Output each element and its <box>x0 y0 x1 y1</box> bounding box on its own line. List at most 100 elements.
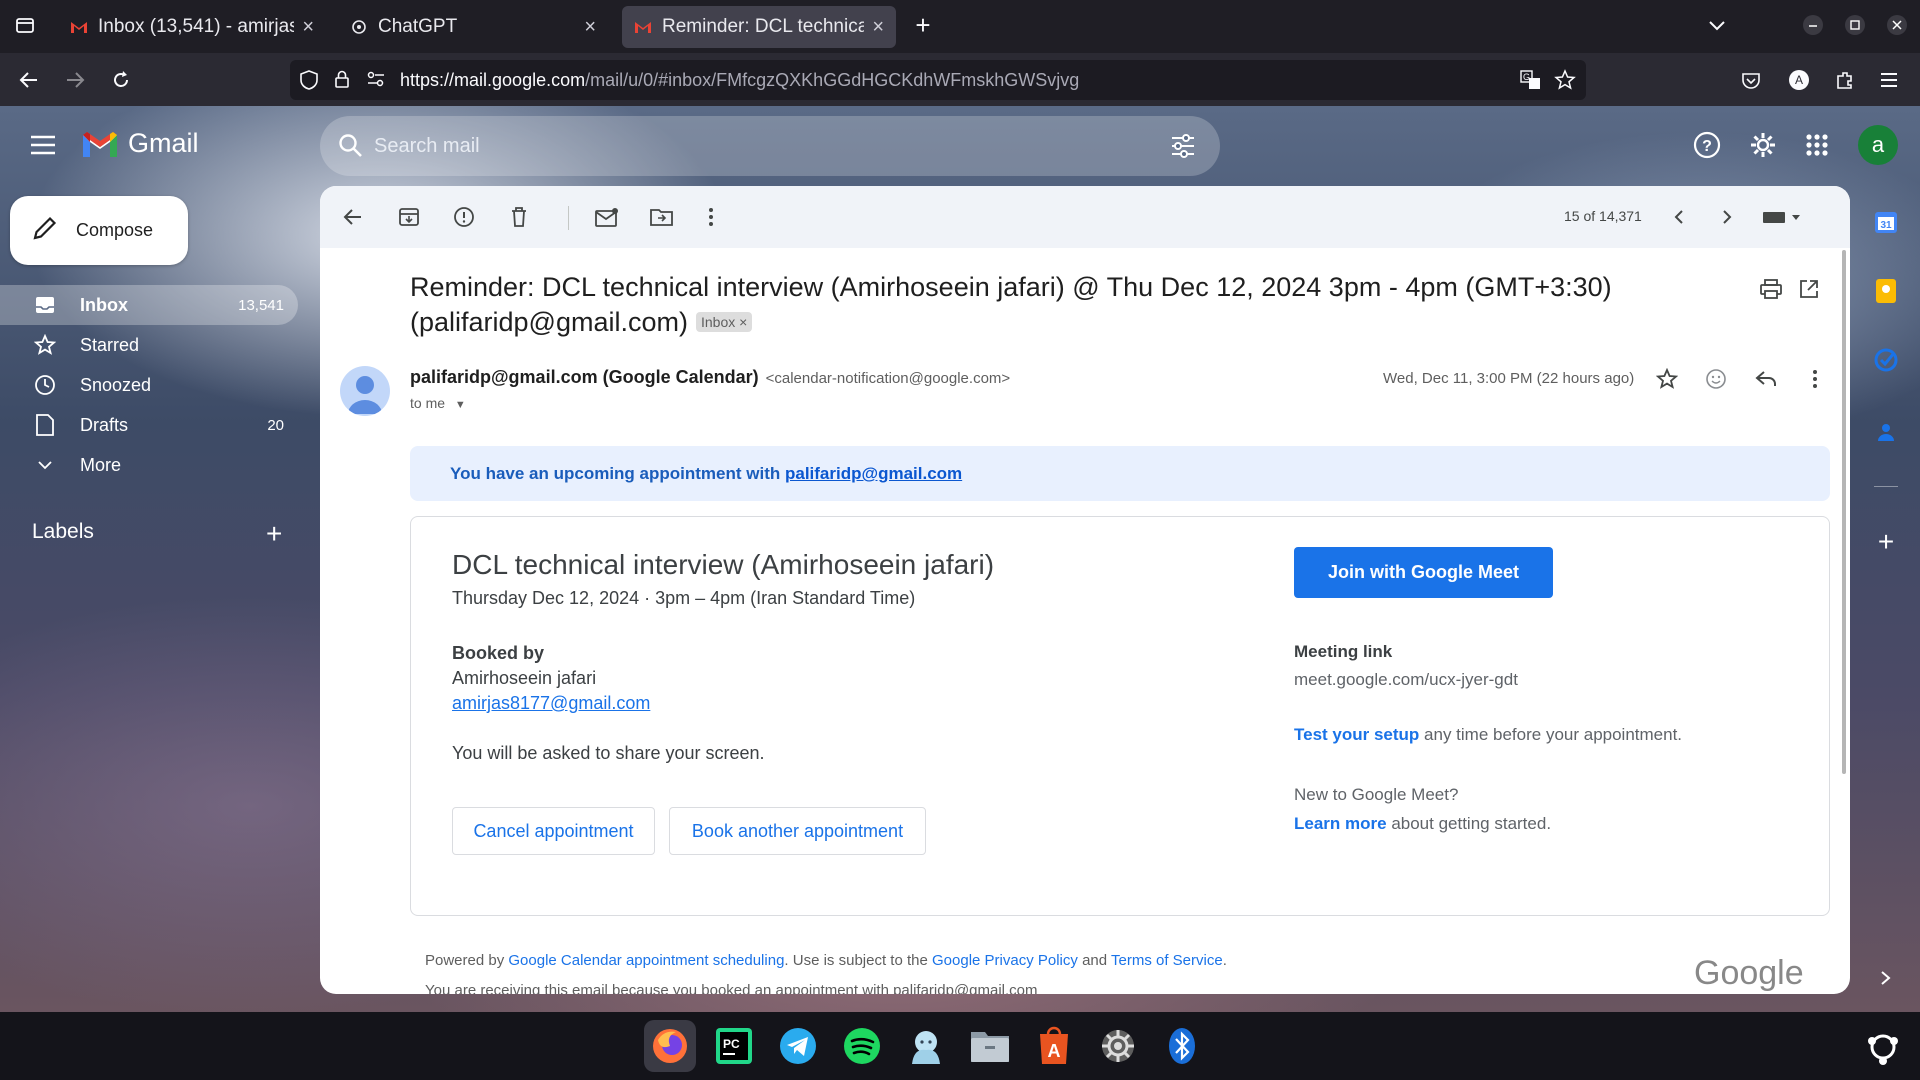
tab-gmail-inbox[interactable]: Inbox (13,541) - amirjas8177@gmail.com × <box>58 6 326 48</box>
chatgpt-icon <box>350 18 368 36</box>
sidebar-item-inbox[interactable]: Inbox 13,541 <box>0 285 298 325</box>
emoji-react-icon[interactable] <box>1703 366 1729 392</box>
book-another-button[interactable]: Book another appointment <box>669 807 926 855</box>
tasks-icon[interactable] <box>1872 346 1900 374</box>
sidebar-item-starred[interactable]: Starred <box>0 325 298 365</box>
tab-list-icon[interactable] <box>12 12 38 38</box>
test-setup-link[interactable]: Test your setup <box>1294 725 1419 744</box>
telegram-icon[interactable] <box>772 1020 824 1072</box>
url-text[interactable]: https://mail.google.com/mail/u/0/#inbox/… <box>400 70 1079 91</box>
gmail-logo[interactable]: Gmail <box>80 128 199 159</box>
meeting-link[interactable]: meet.google.com/ucx-jyer-gdt <box>1294 670 1518 690</box>
archive-icon[interactable] <box>396 204 422 230</box>
address-bar[interactable]: https://mail.google.com/mail/u/0/#inbox/… <box>290 60 1586 100</box>
gmail-icon <box>634 18 652 36</box>
remove-label-icon[interactable]: × <box>739 314 747 330</box>
minimize-icon[interactable] <box>1800 12 1826 38</box>
search-icon[interactable] <box>338 133 364 164</box>
back-to-inbox-icon[interactable] <box>340 204 366 230</box>
sender-name[interactable]: palifaridp@gmail.com (Google Calendar) <… <box>410 367 1010 388</box>
anime-app-icon[interactable] <box>900 1020 952 1072</box>
pycharm-icon[interactable]: PC <box>708 1020 760 1072</box>
vertical-scrollbar[interactable] <box>1842 250 1846 774</box>
move-to-icon[interactable] <box>649 204 675 230</box>
close-tab-icon[interactable]: × <box>872 16 884 39</box>
compose-button[interactable]: Compose <box>10 196 188 265</box>
notice-email-link[interactable]: palifaridp@gmail.com <box>785 464 962 483</box>
learn-more-link[interactable]: Learn more <box>1294 814 1387 833</box>
open-new-window-icon[interactable] <box>1796 276 1822 302</box>
gcal-scheduling-link[interactable]: Google Calendar appointment scheduling <box>508 952 784 969</box>
sidebar-item-snoozed[interactable]: Snoozed <box>0 365 298 405</box>
menu-icon[interactable] <box>1876 67 1902 93</box>
sidebar-item-more[interactable]: More <box>0 445 298 485</box>
booked-by-email-link[interactable]: amirjas8177@gmail.com <box>452 693 650 714</box>
spotify-icon[interactable] <box>836 1020 888 1072</box>
tab-reminder[interactable]: Reminder: DCL technical interview × <box>622 6 896 48</box>
pocket-icon[interactable] <box>1738 67 1764 93</box>
settings-icon[interactable] <box>1092 1020 1144 1072</box>
permissions-icon[interactable] <box>366 70 386 93</box>
list-all-tabs-icon[interactable] <box>1704 12 1730 38</box>
lock-icon[interactable] <box>334 69 350 94</box>
sender-avatar[interactable] <box>340 366 390 416</box>
bookmark-star-icon[interactable] <box>1554 69 1576 96</box>
more-options-icon[interactable] <box>698 204 724 230</box>
delete-icon[interactable] <box>506 204 532 230</box>
older-icon[interactable] <box>1714 204 1740 230</box>
show-apps-icon[interactable] <box>1864 1028 1902 1071</box>
terms-link[interactable]: Terms of Service <box>1111 952 1223 969</box>
message-more-icon[interactable] <box>1802 366 1828 392</box>
back-icon[interactable] <box>16 67 42 93</box>
expand-side-panel-icon[interactable] <box>1872 964 1900 992</box>
close-tab-icon[interactable]: × <box>584 16 596 39</box>
get-addons-icon[interactable]: + <box>1872 526 1900 557</box>
reply-icon[interactable] <box>1753 366 1779 392</box>
sidebar-item-label: More <box>80 454 122 475</box>
star-icon[interactable] <box>1654 366 1680 392</box>
bluetooth-icon[interactable] <box>1156 1020 1208 1072</box>
keep-icon[interactable] <box>1872 277 1900 305</box>
search-bar[interactable]: Search mail <box>320 116 1220 176</box>
reload-icon[interactable] <box>108 67 134 93</box>
cancel-appointment-button[interactable]: Cancel appointment <box>452 807 655 855</box>
extensions-icon[interactable] <box>1832 67 1858 93</box>
svg-text:A: A <box>1795 73 1803 87</box>
print-icon[interactable] <box>1758 276 1784 302</box>
apps-grid-icon[interactable] <box>1798 126 1836 164</box>
report-spam-icon[interactable] <box>451 204 477 230</box>
help-icon[interactable]: ? <box>1688 126 1726 164</box>
caret-down-icon[interactable]: ▼ <box>455 399 466 411</box>
forward-icon[interactable] <box>62 67 88 93</box>
join-meet-button[interactable]: Join with Google Meet <box>1294 547 1553 598</box>
recipient-details[interactable]: to me ▼ <box>410 395 466 411</box>
close-window-icon[interactable] <box>1884 12 1910 38</box>
account-avatar[interactable]: a <box>1858 125 1898 165</box>
restore-icon[interactable] <box>1842 12 1868 38</box>
gmail-wordmark: Gmail <box>128 128 199 158</box>
sidebar-item-drafts[interactable]: Drafts 20 <box>0 405 298 445</box>
inbox-label-chip[interactable]: Inbox × <box>696 311 753 332</box>
new-tab-icon[interactable]: + <box>910 10 936 40</box>
translate-icon[interactable]: G <box>1520 70 1542 95</box>
svg-text:PC: PC <box>723 1037 740 1051</box>
account-icon[interactable]: A <box>1786 67 1812 93</box>
calendar-icon[interactable]: 31 <box>1872 208 1900 236</box>
newer-icon[interactable] <box>1666 204 1692 230</box>
settings-gear-icon[interactable] <box>1744 126 1782 164</box>
firefox-icon[interactable] <box>644 1020 696 1072</box>
input-tools-icon[interactable] <box>1760 204 1806 230</box>
contacts-icon[interactable] <box>1872 418 1900 446</box>
search-options-icon[interactable] <box>1170 133 1196 164</box>
mark-unread-icon[interactable] <box>594 204 620 230</box>
tab-chatgpt[interactable]: ChatGPT × <box>338 6 608 48</box>
add-label-icon[interactable]: + <box>266 518 282 550</box>
main-menu-icon[interactable] <box>24 126 62 164</box>
event-time: Thursday Dec 12, 2024 · 3pm – 4pm (Iran … <box>452 588 916 608</box>
shield-icon[interactable] <box>300 70 318 95</box>
search-input[interactable]: Search mail <box>374 135 480 158</box>
app-center-icon[interactable]: A <box>1028 1020 1080 1072</box>
privacy-policy-link[interactable]: Google Privacy Policy <box>932 952 1078 969</box>
files-icon[interactable] <box>964 1020 1016 1072</box>
close-tab-icon[interactable]: × <box>302 16 314 39</box>
